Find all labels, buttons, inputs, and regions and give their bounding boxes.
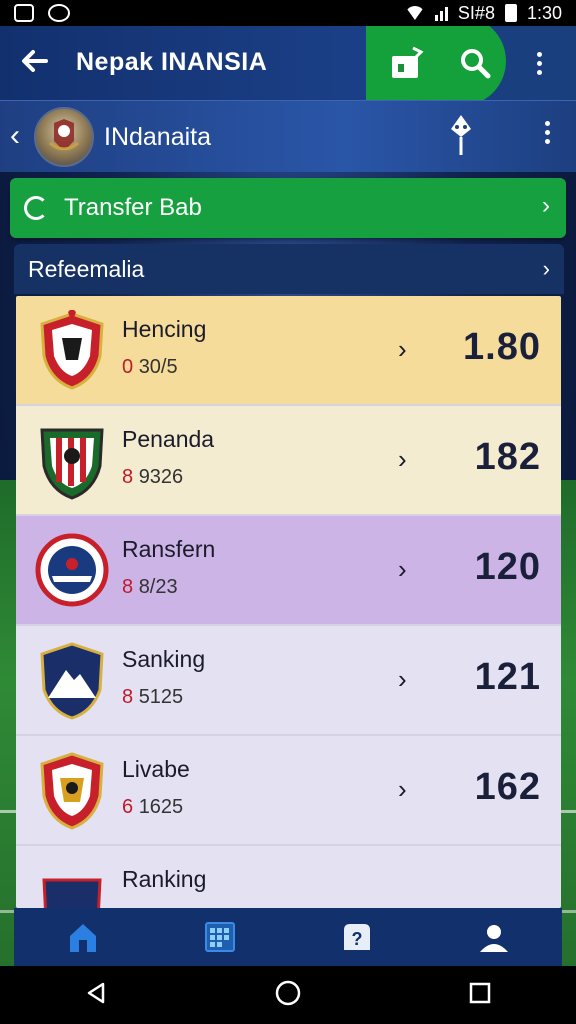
mascot-icon: [446, 113, 476, 157]
team-name: Hencing: [122, 316, 207, 342]
club-crest-icon: [34, 107, 94, 167]
ranking-list: Hencing 0 30/5 › 1.80 Penanda 8 9326 › 1…: [16, 296, 561, 908]
wifi-icon: [404, 6, 425, 20]
chevron-right-icon: ›: [398, 334, 407, 364]
status-bar: SI#8 1:30: [0, 0, 576, 26]
team-badge-icon: [34, 530, 110, 610]
team-meta: 6 1625: [122, 796, 184, 818]
chevron-right-icon: ›: [398, 554, 407, 584]
back-arrow-icon[interactable]: [18, 44, 54, 80]
transfer-label: Transfer Bab: [64, 194, 202, 221]
list-item[interactable]: Penanda 8 9326 › 182: [16, 406, 561, 516]
club-header: ‹ INdanaita: [0, 100, 576, 172]
team-name: Ranking: [122, 866, 207, 892]
home-icon[interactable]: [65, 919, 101, 955]
team-name: Penanda: [122, 426, 215, 452]
notification-icon: [14, 4, 34, 22]
section-title: Refeemalia: [28, 255, 145, 282]
team-badge-icon: [34, 420, 110, 500]
list-item[interactable]: Ransfern 8 8/23 › 120: [16, 516, 561, 626]
app-title: Nepak INANSIA: [76, 48, 268, 76]
chevron-right-icon: ›: [542, 192, 550, 219]
chevron-right-icon: ›: [398, 774, 407, 804]
home-circle-icon[interactable]: [274, 979, 302, 1012]
svg-text:?: ?: [351, 929, 362, 949]
team-meta: 8 9326: [122, 466, 184, 488]
team-score: 120: [474, 546, 541, 588]
section-header[interactable]: Refeemalia ›: [14, 244, 564, 294]
chevron-left-icon[interactable]: ‹: [10, 119, 20, 153]
status-time: 1:30: [526, 2, 562, 23]
list-item[interactable]: Sanking 8 5125 › 121: [16, 626, 561, 736]
back-icon[interactable]: [83, 980, 109, 1011]
team-name: Livabe: [122, 756, 190, 782]
bottom-nav: ?: [14, 908, 562, 966]
signal-icon: [434, 5, 448, 21]
calendar-icon[interactable]: [202, 919, 238, 955]
app-bar: Nepak INANSIA: [0, 26, 576, 100]
shop-icon[interactable]: [388, 44, 426, 82]
chevron-right-icon: ›: [542, 256, 550, 281]
system-nav: [0, 966, 576, 1024]
recents-icon[interactable]: [467, 980, 493, 1011]
team-meta: 8 8/23: [122, 576, 178, 598]
team-badge-icon: [34, 308, 110, 390]
club-name: INdanaita: [104, 123, 212, 151]
battery-icon: [504, 4, 517, 22]
profile-icon[interactable]: [476, 919, 512, 955]
app-notification-icon: [48, 4, 70, 22]
chevron-right-icon: ›: [398, 444, 407, 474]
list-item[interactable]: Livabe 6 1625 › 162: [16, 736, 561, 846]
carrier-text: SI#8: [457, 2, 495, 23]
list-item[interactable]: Hencing 0 30/5 › 1.80: [16, 296, 561, 406]
team-score: 162: [474, 766, 541, 808]
transfer-banner[interactable]: Transfer Bab ›: [10, 178, 566, 238]
team-score: 182: [474, 436, 541, 478]
team-badge-icon: [34, 750, 110, 830]
chevron-right-icon: ›: [398, 664, 407, 694]
team-score: 121: [474, 656, 541, 698]
refresh-icon: [24, 196, 48, 220]
team-score: 1.80: [463, 326, 541, 368]
list-item[interactable]: Ranking: [16, 846, 561, 908]
search-icon[interactable]: [456, 44, 494, 82]
team-meta: 8 5125: [122, 686, 184, 708]
more-vert-icon[interactable]: [545, 121, 550, 144]
team-name: Ransfern: [122, 536, 216, 562]
question-icon[interactable]: ?: [339, 919, 375, 955]
team-name: Sanking: [122, 646, 206, 672]
team-badge-icon: [34, 860, 110, 908]
more-vert-icon[interactable]: [520, 44, 558, 82]
team-badge-icon: [34, 640, 110, 720]
team-meta: 0 30/5: [122, 356, 178, 378]
